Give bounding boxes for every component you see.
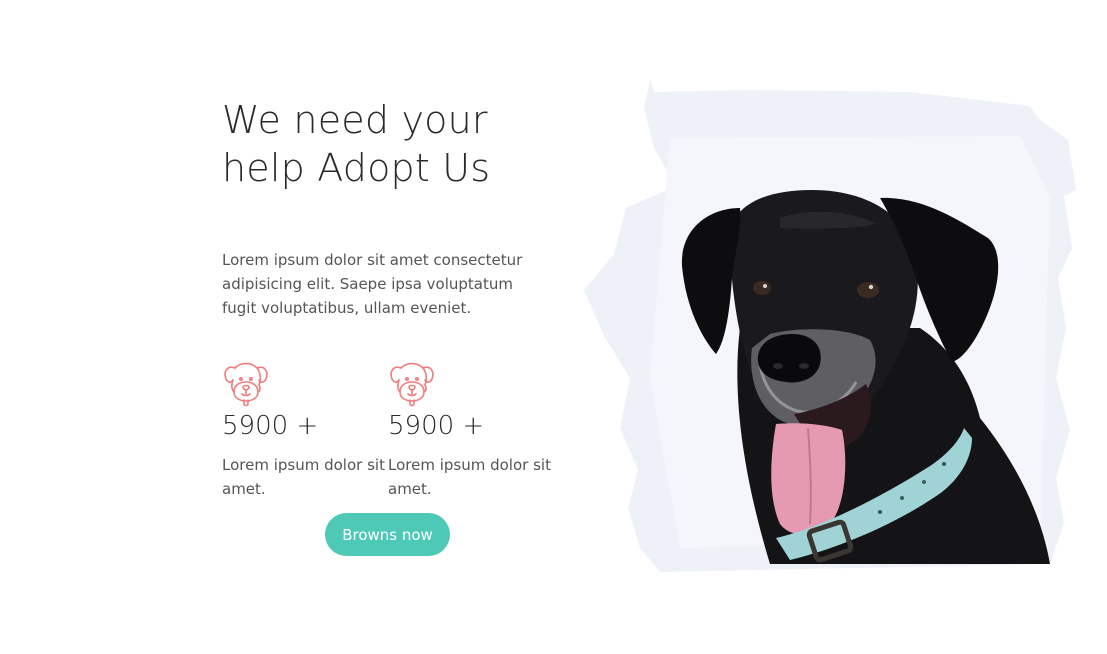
stat-item: 5900 + Lorem ipsum dolor sit amet.	[388, 359, 554, 501]
hero-title-line-1: We need your	[222, 98, 488, 142]
stats-row: 5900 + Lorem ipsum dolor sit amet. 5900 …	[222, 359, 562, 499]
stat-label: Lorem ipsum dolor sit amet.	[222, 456, 385, 498]
hero-text-column: We need your help Adopt Us Lorem ipsum d…	[222, 96, 562, 498]
browse-now-button[interactable]: Browns now	[325, 513, 450, 556]
stat-value: 5900 +	[222, 411, 319, 441]
stat-label: Lorem ipsum dolor sit amet.	[388, 456, 551, 498]
stat-item: 5900 + Lorem ipsum dolor sit amet.	[222, 359, 388, 501]
dog-face-icon	[390, 362, 434, 407]
hero-title: We need your help Adopt Us	[222, 96, 562, 192]
hero-title-line-2: help Adopt Us	[222, 146, 491, 190]
stat-value: 5900 +	[388, 411, 485, 441]
dog-face-icon	[224, 362, 268, 407]
dog-photo	[584, 80, 1076, 572]
hero-description: Lorem ipsum dolor sit amet consectetur a…	[222, 251, 523, 317]
